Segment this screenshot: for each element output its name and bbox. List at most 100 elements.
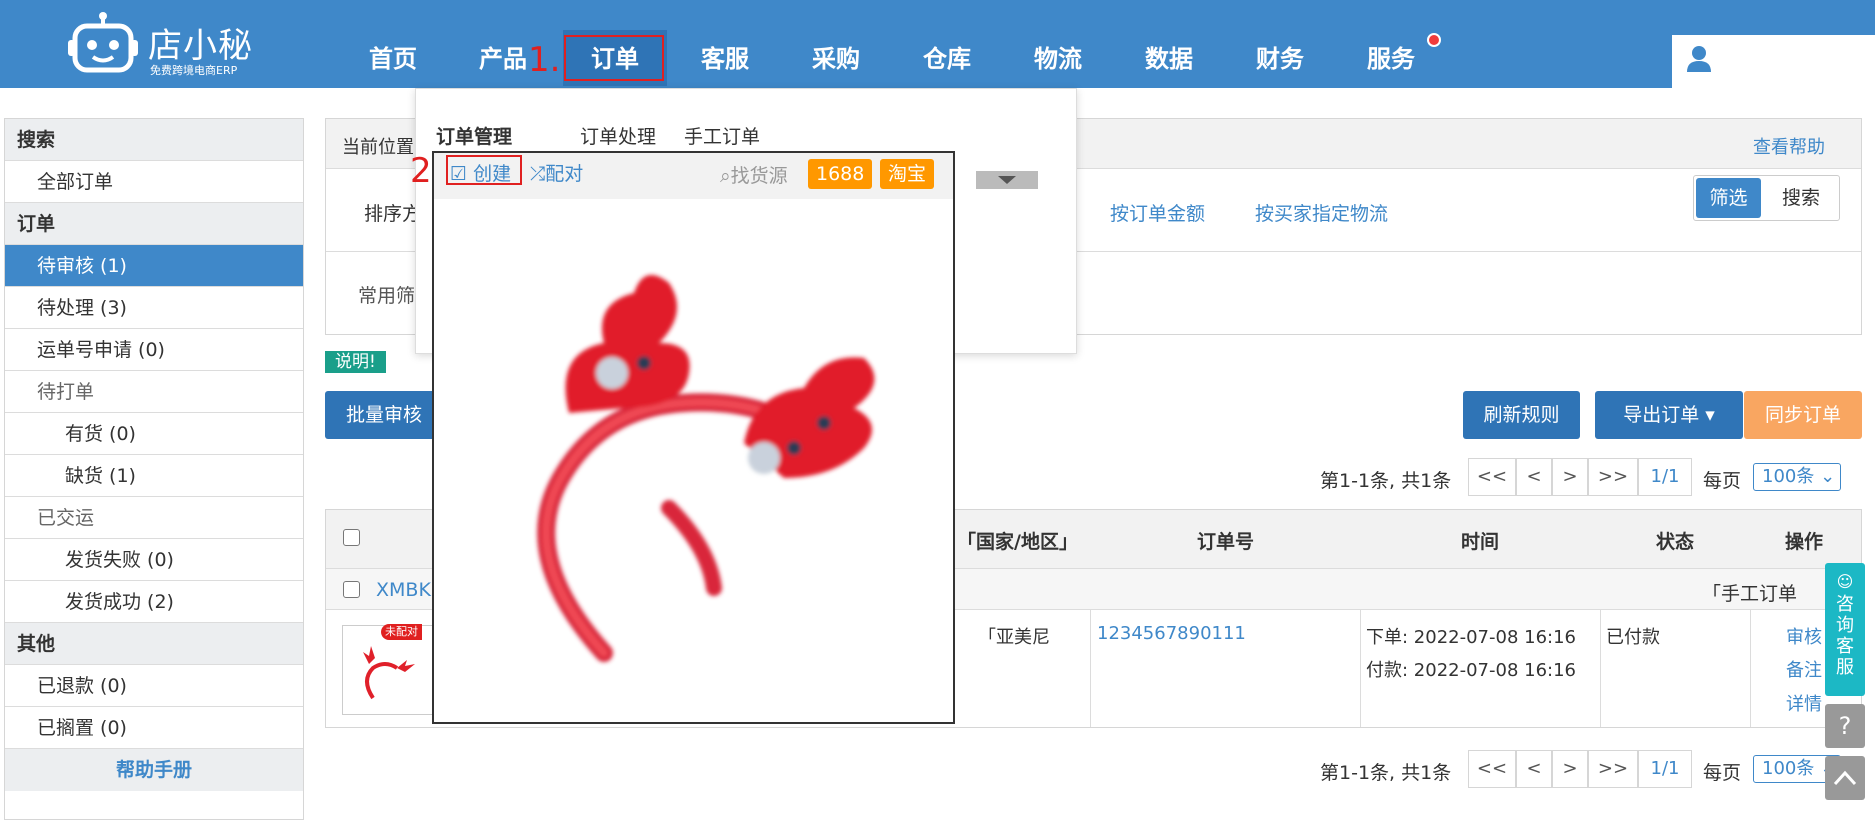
review-action-link[interactable]: 审核 [1786, 623, 1822, 649]
nav-logistics[interactable]: 物流 [1008, 30, 1108, 86]
sidebar-item-to-print[interactable]: 待打单 [5, 371, 303, 413]
refresh-rules-button[interactable]: 刷新规则 [1463, 391, 1580, 439]
product-image [537, 275, 875, 662]
pagination-summary: 第1-1条, 共1条 [1320, 762, 1452, 784]
user-icon [1687, 46, 1711, 72]
pagination-last[interactable]: >> [1588, 750, 1638, 788]
pair-button[interactable]: ⤮配对 [530, 159, 583, 186]
select-all-checkbox[interactable] [343, 529, 360, 546]
sort-label: 排序方 [364, 203, 422, 225]
sidebar-item-ship-failed[interactable]: 发货失败 (0) [5, 539, 303, 581]
col-order-no: 订单号 [1197, 531, 1255, 553]
order-time: 下单: 2022-07-08 16:16 [1366, 627, 1576, 648]
help-manual-link[interactable]: 帮助手册 [5, 749, 303, 791]
sort-by-amount[interactable]: 按订单金额 [1110, 199, 1205, 226]
headband-image [363, 646, 415, 700]
sidebar-item-out-of-stock[interactable]: 缺货 (1) [5, 455, 303, 497]
nav-finance[interactable]: 财务 [1230, 30, 1330, 86]
back-to-top-button[interactable] [1825, 756, 1865, 800]
filter-search-toggle: 筛选 搜索 [1693, 175, 1840, 221]
consult-service-button[interactable]: ☺ 咨询客服 [1825, 563, 1865, 696]
shuffle-icon: ⤮ [530, 163, 546, 185]
pay-time: 付款: 2022-07-08 16:16 [1366, 660, 1576, 681]
col-country: 「国家/地区」 [957, 531, 1078, 553]
question-icon: ? [1838, 712, 1852, 740]
pagination-next[interactable]: > [1552, 458, 1588, 496]
sidebar-item-refunded[interactable]: 已退款 (0) [5, 665, 303, 707]
pagination-prev[interactable]: < [1516, 750, 1552, 788]
per-page-value: 100条 [1762, 466, 1815, 487]
sidebar-item-on-hold[interactable]: 已搁置 (0) [5, 707, 303, 749]
chevron-up-icon [1833, 770, 1857, 786]
shop-name-link[interactable]: XMBK [376, 579, 431, 601]
source-taobao-tag[interactable]: 淘宝 [880, 159, 935, 189]
caret-down-icon [998, 176, 1016, 184]
manual-order-label: 「手工订单 [1702, 583, 1798, 605]
pagination-summary: 第1-1条, 共1条 [1320, 470, 1452, 492]
note-tag: 说明! [325, 351, 386, 373]
chevron-down-icon: ⌄ [1820, 466, 1836, 487]
sidebar-head-other: 其他 [5, 623, 303, 665]
pagination-prev[interactable]: < [1516, 458, 1552, 496]
sort-by-buyer-logistics[interactable]: 按买家指定物流 [1255, 199, 1388, 226]
remark-action-link[interactable]: 备注 [1786, 656, 1822, 682]
logo-name: 店小秘 [148, 26, 253, 66]
nav-services[interactable]: 服务 [1341, 30, 1441, 86]
nav-data[interactable]: 数据 [1119, 30, 1219, 86]
pagination-last[interactable]: >> [1588, 458, 1638, 496]
nav-warehouse[interactable]: 仓库 [897, 30, 997, 86]
find-source-button[interactable]: ⌕找货源 [720, 161, 788, 188]
details-action-link[interactable]: 详情 [1786, 690, 1822, 716]
per-page-label: 每页 [1703, 470, 1742, 492]
menu-item-manual-order[interactable]: 手工订单 [684, 122, 760, 149]
col-actions: 操作 [1785, 531, 1824, 553]
sidebar-item-ship-success[interactable]: 发货成功 (2) [5, 581, 303, 623]
sidebar-item-waybill-apply[interactable]: 运单号申请 (0) [5, 329, 303, 371]
sync-orders-button[interactable]: 同步订单 [1744, 391, 1862, 439]
create-button[interactable]: ☑ 创建 [450, 159, 511, 186]
nav-customer-service[interactable]: 客服 [675, 30, 775, 86]
nav-purchasing[interactable]: 采购 [786, 30, 886, 86]
logo[interactable]: 店小秘 免费跨境电商ERP [68, 10, 258, 78]
pagination-next[interactable]: > [1552, 750, 1588, 788]
step-1-highlight [564, 35, 664, 81]
robot-logo-icon [68, 12, 138, 73]
group-checkbox[interactable] [343, 581, 360, 598]
submenu-caret [976, 171, 1038, 189]
divider [1090, 610, 1091, 727]
user-menu[interactable] [1672, 35, 1875, 88]
search-toggle-button[interactable]: 搜索 [1766, 178, 1836, 218]
sidebar-item-pending-review[interactable]: 待审核 (1) [5, 245, 303, 287]
pagination-first[interactable]: << [1468, 458, 1516, 496]
pagination-page: 1/1 [1638, 458, 1692, 496]
top-header: 店小秘 免费跨境电商ERP 首页 产品 订单 客服 采购 仓库 物流 数据 财务… [0, 0, 1875, 88]
export-orders-button[interactable]: 导出订单 ▾ [1595, 391, 1743, 439]
nav-home[interactable]: 首页 [343, 30, 443, 86]
filter-toggle-button[interactable]: 筛选 [1696, 178, 1761, 218]
pagination-first[interactable]: << [1468, 750, 1516, 788]
sidebar-item-pending-process[interactable]: 待处理 (3) [5, 287, 303, 329]
logo-subtitle: 免费跨境电商ERP [150, 64, 238, 77]
unmatched-badge: 未配对 [381, 624, 422, 640]
sidebar-item-shipped[interactable]: 已交运 [5, 497, 303, 539]
sidebar-item-all-orders[interactable]: 全部订单 [5, 161, 303, 203]
help-question-button[interactable]: ? [1825, 704, 1865, 748]
sidebar-item-in-stock[interactable]: 有货 (0) [5, 413, 303, 455]
create-label: 创建 [473, 163, 512, 185]
headset-icon: ☺ [1836, 572, 1854, 591]
per-page-value: 100条 [1762, 758, 1815, 779]
notification-dot [1427, 33, 1441, 47]
common-filter-label: 常用筛 [358, 285, 416, 307]
divider [1750, 610, 1751, 727]
divider [1600, 610, 1601, 727]
product-thumbnail[interactable]: 未配对 [342, 624, 434, 715]
menu-item-order-processing[interactable]: 订单处理 [580, 122, 656, 149]
order-number-link[interactable]: 1234567890111 [1097, 623, 1246, 644]
source-1688-tag[interactable]: 1688 [808, 159, 873, 189]
view-help-link[interactable]: 查看帮助 [1753, 133, 1825, 159]
per-page-select[interactable]: 100条 ⌄ [1753, 463, 1841, 491]
find-source-label: 找货源 [730, 165, 788, 187]
pagination-page: 1/1 [1638, 750, 1692, 788]
menu-section-title: 订单管理 [436, 126, 513, 148]
batch-review-button[interactable]: 批量审核 [325, 391, 443, 439]
